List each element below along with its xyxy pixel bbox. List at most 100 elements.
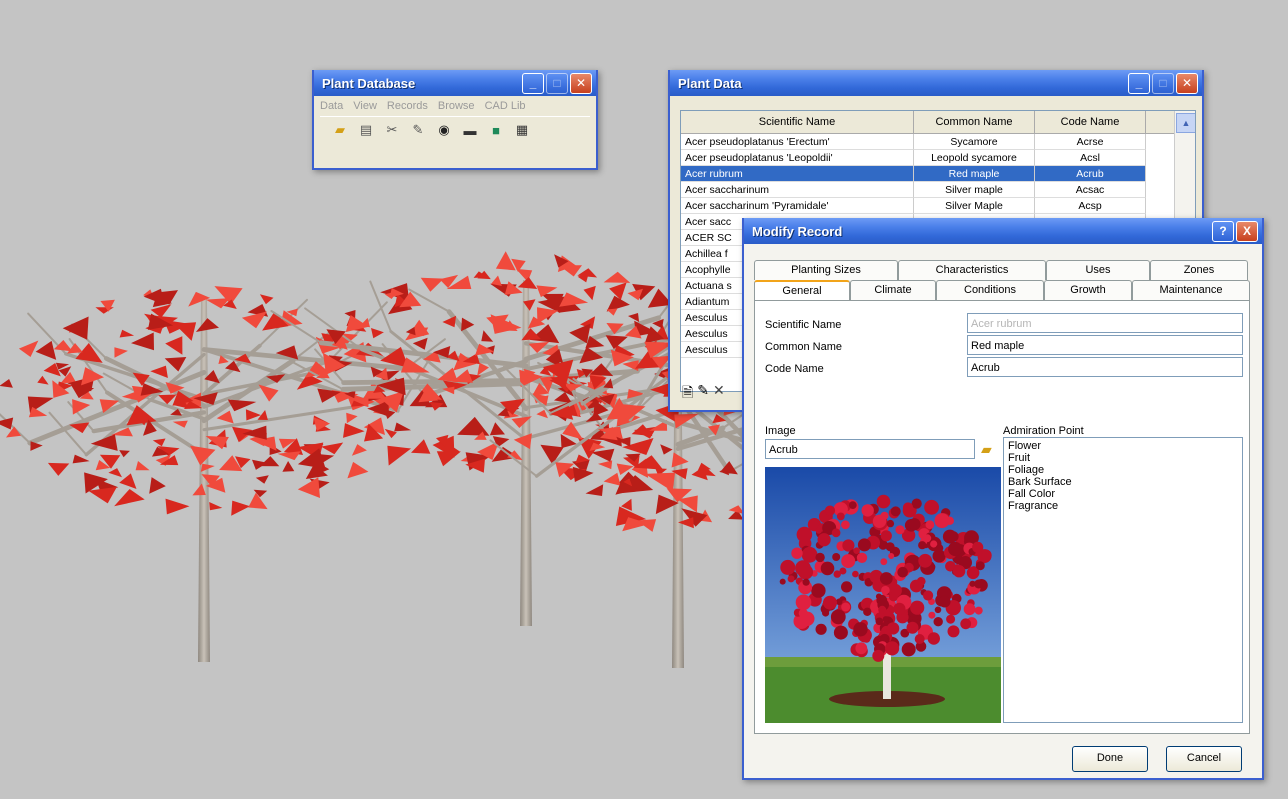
common-name-cell: Silver Maple bbox=[914, 198, 1035, 214]
tree-leaf bbox=[47, 462, 70, 476]
tree-leaf bbox=[0, 417, 14, 430]
modify-record-dialog[interactable]: Modify Record ? X Planting Sizes Charact… bbox=[742, 218, 1264, 780]
maximize-button[interactable]: □ bbox=[1152, 73, 1174, 94]
tree-leaf bbox=[387, 445, 412, 466]
canopy-blob bbox=[833, 625, 848, 640]
tree-leaf bbox=[0, 379, 13, 388]
list-item[interactable]: Foliage bbox=[1008, 464, 1238, 476]
tab-growth[interactable]: Growth bbox=[1044, 280, 1132, 300]
minimize-button[interactable]: _ bbox=[1128, 73, 1150, 94]
cancel-button[interactable]: Cancel bbox=[1166, 746, 1242, 772]
list-item[interactable]: Fruit bbox=[1008, 452, 1238, 464]
tree-leaf bbox=[609, 282, 627, 300]
maximize-button[interactable]: □ bbox=[546, 73, 568, 94]
scroll-up-icon[interactable]: ▲ bbox=[1176, 113, 1195, 133]
grid-icon[interactable]: ▦ bbox=[512, 121, 532, 139]
tree-leaf bbox=[205, 298, 230, 309]
minimize-button[interactable]: _ bbox=[522, 73, 544, 94]
browse-folder-icon[interactable]: ▰ bbox=[981, 441, 992, 458]
canopy-blob bbox=[914, 634, 925, 644]
tree-leaf bbox=[35, 340, 57, 360]
tree-leaf bbox=[131, 332, 154, 351]
table-row[interactable]: Acer saccharinum 'Pyramidale' Silver Mapl… bbox=[681, 198, 1195, 214]
tree-leaf bbox=[585, 484, 604, 496]
image-label: Image bbox=[765, 425, 796, 437]
plant-database-window[interactable]: Plant Database _ □ ✕ Data View Records B… bbox=[312, 70, 598, 170]
list-item[interactable]: Fragrance bbox=[1008, 500, 1238, 512]
common-name-cell: Red maple bbox=[914, 166, 1035, 182]
canopy-blob bbox=[890, 506, 901, 517]
canopy-blob bbox=[820, 561, 835, 576]
list-item[interactable]: Fall Color bbox=[1008, 488, 1238, 500]
canopy-blob bbox=[855, 642, 868, 655]
table-row[interactable]: Acer pseudoplatanus 'Erectum' Sycamore Acr… bbox=[681, 134, 1195, 150]
tree-left bbox=[0, 286, 446, 662]
table-row[interactable]: Acer pseudoplatanus 'Leopoldii' Leopold s… bbox=[681, 150, 1195, 166]
tab-climate[interactable]: Climate bbox=[850, 280, 936, 300]
code-name-field[interactable]: Acrub bbox=[967, 357, 1243, 377]
column-header-common-name[interactable]: Common Name bbox=[914, 111, 1035, 133]
image-field[interactable]: Acrub bbox=[765, 439, 975, 459]
admiration-point-list[interactable]: Flower Fruit Foliage Bark Surface Fall C… bbox=[1003, 437, 1243, 723]
tab-conditions[interactable]: Conditions bbox=[936, 280, 1044, 300]
tab-characteristics[interactable]: Characteristics bbox=[898, 260, 1046, 280]
canopy-blob bbox=[974, 606, 983, 615]
list-item[interactable]: Bark Surface bbox=[1008, 476, 1238, 488]
binoculars-icon[interactable]: ◉ bbox=[434, 121, 454, 139]
canopy-blob bbox=[815, 552, 825, 563]
menu-records[interactable]: Records bbox=[387, 100, 428, 112]
column-header-scientific-name[interactable]: Scientific Name bbox=[681, 111, 914, 133]
plant-data-titlebar[interactable]: Plant Data _ □ ✕ bbox=[670, 70, 1202, 96]
open-folder-icon[interactable]: ▰ bbox=[330, 121, 350, 139]
canopy-blob bbox=[853, 622, 868, 637]
edit-icon[interactable]: ✎ bbox=[408, 121, 428, 139]
tree-branch bbox=[369, 280, 392, 333]
done-button[interactable]: Done bbox=[1072, 746, 1148, 772]
plant-database-titlebar[interactable]: Plant Database _ □ ✕ bbox=[314, 70, 596, 96]
canopy-blob bbox=[885, 641, 900, 656]
tree-leaf bbox=[351, 444, 367, 456]
table-row[interactable]: Acer rubrum Red maple Acrub bbox=[681, 166, 1195, 182]
menu-browse[interactable]: Browse bbox=[438, 100, 475, 112]
tab-uses[interactable]: Uses bbox=[1046, 260, 1150, 280]
tree-leaf bbox=[209, 502, 223, 511]
tab-general[interactable]: General bbox=[754, 280, 850, 300]
scientific-name-field[interactable]: Acer rubrum bbox=[967, 313, 1243, 333]
canopy-blob bbox=[841, 554, 856, 569]
tree-leaf bbox=[616, 463, 634, 475]
print-icon[interactable]: ▤ bbox=[356, 121, 376, 139]
help-button[interactable]: ? bbox=[1212, 221, 1234, 242]
close-button[interactable]: ✕ bbox=[570, 73, 592, 94]
canopy-blob bbox=[824, 505, 836, 516]
close-button[interactable]: ✕ bbox=[1176, 73, 1198, 94]
menu-view[interactable]: View bbox=[353, 100, 377, 112]
tree-leaf bbox=[114, 347, 128, 358]
canopy-blob bbox=[895, 525, 905, 535]
new-record-icon[interactable]: 🗎 bbox=[682, 382, 693, 406]
tree-leaf bbox=[436, 451, 461, 467]
canopy-blob bbox=[927, 632, 940, 645]
canopy-blob bbox=[885, 542, 895, 552]
common-name-field[interactable]: Red maple bbox=[967, 335, 1243, 355]
tab-zones[interactable]: Zones bbox=[1150, 260, 1248, 280]
modify-record-titlebar[interactable]: Modify Record ? X bbox=[744, 218, 1262, 244]
close-button[interactable]: X bbox=[1236, 221, 1258, 242]
list-item[interactable]: Flower bbox=[1008, 440, 1238, 452]
scissors-icon[interactable]: ✂ bbox=[382, 121, 402, 139]
edit-record-icon[interactable]: ✎ bbox=[697, 382, 709, 406]
stamp-icon[interactable]: ▬ bbox=[460, 121, 480, 139]
green-square-icon[interactable]: ■ bbox=[486, 121, 506, 139]
menu-cad-lib[interactable]: CAD Lib bbox=[485, 100, 526, 112]
tree-leaf bbox=[589, 363, 614, 377]
tree-leaf bbox=[517, 277, 538, 289]
tree-leaf bbox=[411, 439, 431, 454]
delete-record-icon[interactable]: ✕ bbox=[713, 382, 725, 406]
column-header-code-name[interactable]: Code Name bbox=[1035, 111, 1146, 133]
plant-photo bbox=[765, 467, 1001, 723]
menu-data[interactable]: Data bbox=[320, 100, 343, 112]
tab-planting-sizes[interactable]: Planting Sizes bbox=[754, 260, 898, 280]
table-row[interactable]: Acer saccharinum Silver maple Acsac bbox=[681, 182, 1195, 198]
canopy-blob bbox=[909, 579, 923, 593]
tree-leaf bbox=[321, 442, 344, 455]
tab-maintenance[interactable]: Maintenance bbox=[1132, 280, 1250, 300]
